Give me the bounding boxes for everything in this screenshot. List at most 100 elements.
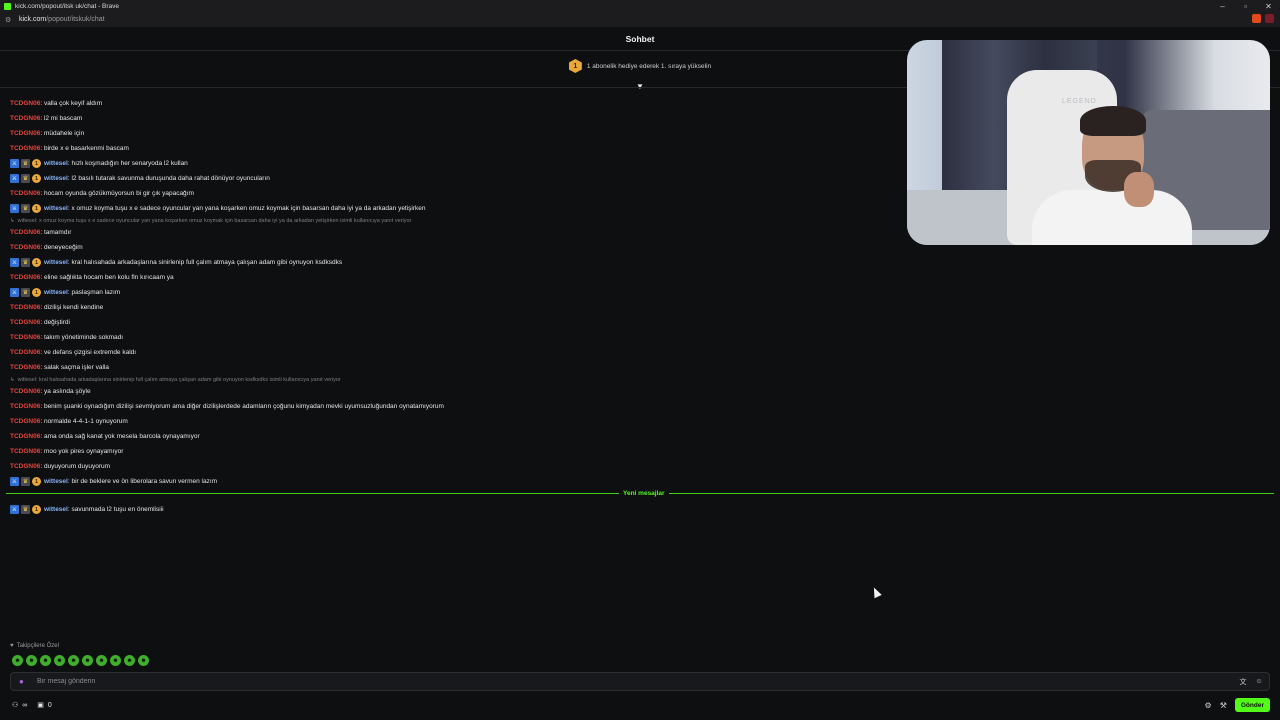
message-username[interactable]: TCDGN06 <box>10 433 40 440</box>
vip-crown-badge-icon[interactable]: ♛ <box>21 477 30 486</box>
viewers-icon[interactable]: ⚇ <box>12 701 18 709</box>
chat-message-list-new[interactable]: ⚔ ♛ 1 wittesel: savunmada l2 tuşu en önemli… <box>10 502 164 517</box>
vip-crown-badge-icon[interactable]: ♛ <box>21 288 30 297</box>
chat-message[interactable]: TCDGN06: moo yok pires oynayamıyor <box>10 444 910 459</box>
points-icon[interactable]: ▣ <box>37 701 44 709</box>
message-username[interactable]: TCDGN06 <box>10 304 40 311</box>
subscriber-badge-icon[interactable]: 1 <box>32 159 41 168</box>
message-username[interactable]: wittesel <box>44 160 68 167</box>
moderator-badge-icon[interactable]: ⚔ <box>10 505 19 514</box>
site-settings-icon[interactable]: ⚙ <box>5 16 13 24</box>
message-username[interactable]: TCDGN06 <box>10 130 40 137</box>
message-username[interactable]: wittesel <box>44 478 68 485</box>
emote-icon[interactable]: ☻ <box>12 655 23 666</box>
chat-message-list[interactable]: TCDGN06: valla çok keyif aldım TCDGN06: l… <box>10 96 910 489</box>
chat-message[interactable]: ⚔ ♛ 1 wittesel: x omuz koyma tuşu x e sadec… <box>10 201 910 216</box>
chat-message[interactable]: ⚔ ♛ 1 wittesel: l2 basılı tutarak savunma d… <box>10 171 910 186</box>
chat-message[interactable]: ⚔ ♛ 1 wittesel: paslaşman lazım <box>10 285 910 300</box>
chat-message[interactable]: TCDGN06: ve defans çizgisi extremde kald… <box>10 345 910 360</box>
emote-bar[interactable]: ☻ ☻ ☻ ☻ ☻ ☻ ☻ ☻ ☻ ☻ <box>12 655 149 666</box>
subscriber-badge-icon[interactable]: 1 <box>32 288 41 297</box>
address-bar[interactable]: ⚙ kick.com/popout/itskuk/chat <box>0 12 1280 28</box>
moderator-badge-icon[interactable]: ⚔ <box>10 477 19 486</box>
chat-message[interactable]: TCDGN06: birde x e basarkenmi bascam <box>10 141 910 156</box>
chat-message[interactable]: ⚔ ♛ 1 wittesel: hızlı koşmadığın her senary… <box>10 156 910 171</box>
subscriber-badge-icon[interactable]: 1 <box>32 477 41 486</box>
message-username[interactable]: wittesel <box>44 506 68 513</box>
chat-message[interactable]: TCDGN06: ama onda sağ kanat yok mesela b… <box>10 429 910 444</box>
emote-icon[interactable]: ☻ <box>110 655 121 666</box>
emoji-picker-icon[interactable]: ☺ <box>1253 678 1265 685</box>
chat-message[interactable]: ⚔ ♛ 1 wittesel: bir de beklere ve ön libero… <box>10 474 910 489</box>
subscriber-badge-icon[interactable]: 1 <box>32 204 41 213</box>
chat-message[interactable]: TCDGN06: normalde 4-4-1-1 oynuyorum <box>10 414 910 429</box>
emote-icon[interactable]: ☻ <box>138 655 149 666</box>
moderator-badge-icon[interactable]: ⚔ <box>10 174 19 183</box>
moderator-badge-icon[interactable]: ⚔ <box>10 204 19 213</box>
translate-icon[interactable]: 文 <box>1237 677 1249 687</box>
chat-commands-icon[interactable]: ⚒ <box>1220 701 1227 710</box>
message-input[interactable] <box>35 673 1237 690</box>
message-username[interactable]: TCDGN06 <box>10 388 40 395</box>
send-button[interactable]: Gönder <box>1234 698 1270 712</box>
settings-gear-icon[interactable]: ⚙ <box>1205 701 1212 710</box>
chat-message[interactable]: TCDGN06: duyuyorum duyuyorum <box>10 459 910 474</box>
message-username[interactable]: TCDGN06 <box>10 403 40 410</box>
message-username[interactable]: wittesel <box>44 259 68 266</box>
emote-icon[interactable]: ☻ <box>26 655 37 666</box>
chat-message[interactable]: TCDGN06: l2 mi bascam <box>10 111 910 126</box>
chat-message[interactable]: TCDGN06: deneyeceğim <box>10 240 910 255</box>
emote-icon[interactable]: ☻ <box>96 655 107 666</box>
message-username[interactable]: TCDGN06 <box>10 334 40 341</box>
chat-message[interactable]: ⚔ ♛ 1 wittesel: kral halısahada arkadaşları… <box>10 255 910 270</box>
emote-icon[interactable]: ☻ <box>124 655 135 666</box>
subscriber-badge-icon[interactable]: 1 <box>32 174 41 183</box>
reply-context[interactable]: ↳ wittesel: kral halısahada arkadaşlarına… <box>10 375 910 384</box>
vip-crown-badge-icon[interactable]: ♛ <box>21 204 30 213</box>
chat-message[interactable]: TCDGN06: hocam oyunda gözükmüyorsun bi g… <box>10 186 910 201</box>
message-username[interactable]: wittesel <box>44 289 68 296</box>
close-button[interactable]: ✕ <box>1257 0 1280 12</box>
emote-icon[interactable]: ☻ <box>40 655 51 666</box>
message-username[interactable]: TCDGN06 <box>10 364 40 371</box>
chat-message[interactable]: TCDGN06: ya aslında şöyle <box>10 384 910 399</box>
message-username[interactable]: TCDGN06 <box>10 418 40 425</box>
chat-message[interactable]: TCDGN06: valla çok keyif aldım <box>10 96 910 111</box>
brave-shields-icon[interactable] <box>1252 14 1261 23</box>
vip-crown-badge-icon[interactable]: ♛ <box>21 505 30 514</box>
moderator-badge-icon[interactable]: ⚔ <box>10 159 19 168</box>
chat-message[interactable]: TCDGN06: takım yönetiminde sokmadı <box>10 330 910 345</box>
emote-icon[interactable]: ☻ <box>68 655 79 666</box>
message-username[interactable]: TCDGN06 <box>10 319 40 326</box>
chat-message[interactable]: ⚔ ♛ 1 wittesel: savunmada l2 tuşu en önemli… <box>10 502 164 517</box>
message-username[interactable]: TCDGN06 <box>10 100 40 107</box>
chat-message[interactable]: TCDGN06: salak saçma işler valla <box>10 360 910 375</box>
vip-crown-badge-icon[interactable]: ♛ <box>21 174 30 183</box>
message-composer[interactable]: ● 文 ☺ <box>10 672 1270 691</box>
chat-message[interactable]: TCDGN06: benim şuanki oynadığım dizilişi… <box>10 399 910 414</box>
maximize-button[interactable]: ▫ <box>1234 0 1257 12</box>
minimize-button[interactable]: – <box>1211 0 1234 12</box>
subscriber-badge-icon[interactable]: 1 <box>32 505 41 514</box>
chat-message[interactable]: TCDGN06: eline sağlıkta hocam ben kolu f… <box>10 270 910 285</box>
message-username[interactable]: TCDGN06 <box>10 244 40 251</box>
message-username[interactable]: TCDGN06 <box>10 274 40 281</box>
moderator-badge-icon[interactable]: ⚔ <box>10 258 19 267</box>
message-username[interactable]: wittesel <box>44 175 68 182</box>
chat-message[interactable]: TCDGN06: müdahele için <box>10 126 910 141</box>
message-username[interactable]: TCDGN06 <box>10 115 40 122</box>
message-username[interactable]: TCDGN06 <box>10 448 40 455</box>
reply-context[interactable]: ↳ wittesel: x omuz koyma tuşu x e sadece … <box>10 216 910 225</box>
brave-rewards-icon[interactable] <box>1265 14 1274 23</box>
emote-icon[interactable]: ☻ <box>54 655 65 666</box>
chat-message[interactable]: TCDGN06: değiştirdi <box>10 315 910 330</box>
message-username[interactable]: TCDGN06 <box>10 190 40 197</box>
message-username[interactable]: TCDGN06 <box>10 229 40 236</box>
chat-message[interactable]: TCDGN06: dizilişi kendi kendine <box>10 300 910 315</box>
subscriber-badge-icon[interactable]: 1 <box>32 258 41 267</box>
microphone-icon[interactable]: ● <box>19 677 27 687</box>
message-username[interactable]: wittesel <box>44 205 68 212</box>
moderator-badge-icon[interactable]: ⚔ <box>10 288 19 297</box>
message-username[interactable]: TCDGN06 <box>10 145 40 152</box>
message-username[interactable]: TCDGN06 <box>10 349 40 356</box>
